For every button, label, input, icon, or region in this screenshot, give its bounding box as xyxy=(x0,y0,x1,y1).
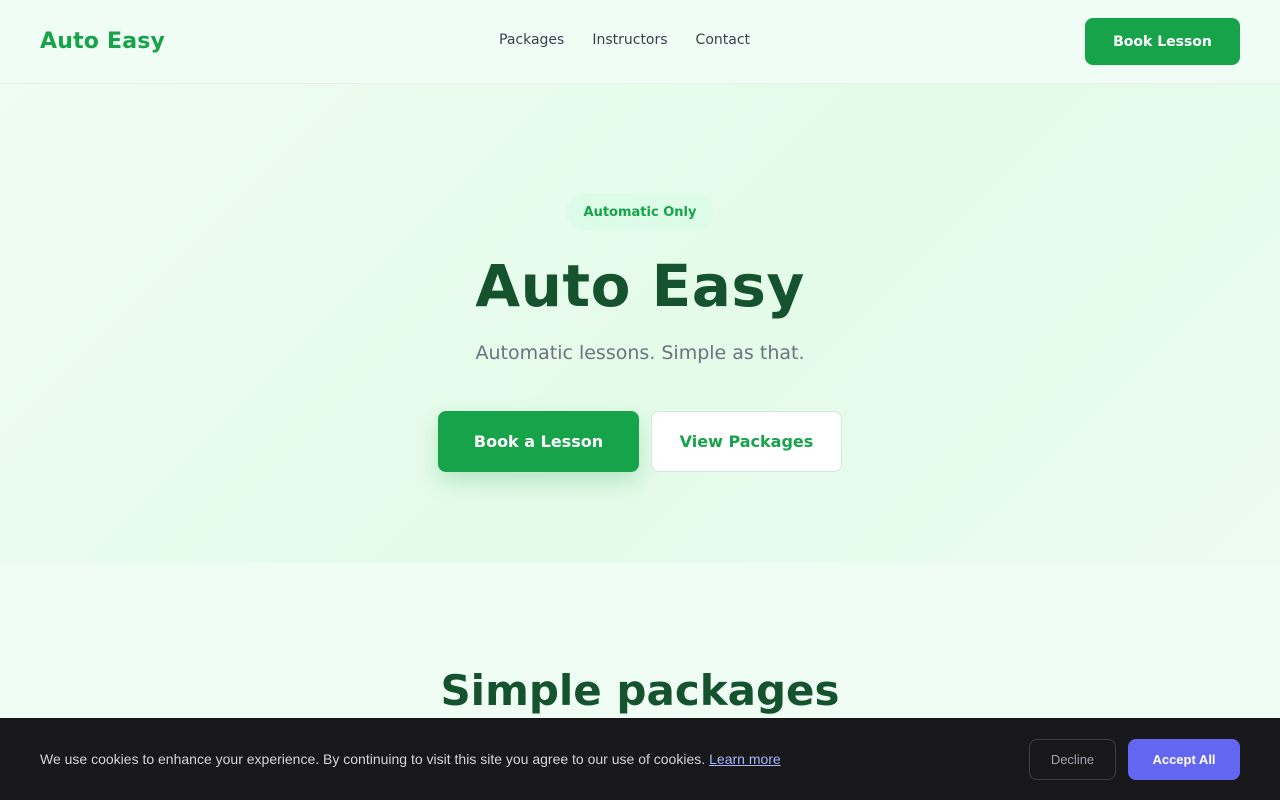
nav-link-instructors[interactable]: Instructors xyxy=(592,32,667,48)
nav-link-packages[interactable]: Packages xyxy=(499,32,564,48)
decline-cookies-button[interactable]: Decline xyxy=(1029,738,1116,780)
hero-cta-group: Book a Lesson View Packages xyxy=(438,411,842,472)
automatic-only-badge: Automatic Only xyxy=(566,194,714,230)
cookie-banner: We use cookies to enhance your experienc… xyxy=(0,718,1280,800)
cookie-actions: Decline Accept All xyxy=(1029,738,1240,780)
packages-section-title: Simple packages xyxy=(440,666,840,715)
view-packages-button[interactable]: View Packages xyxy=(651,411,842,472)
nav-link-contact[interactable]: Contact xyxy=(696,32,750,48)
hero-title: Auto Easy xyxy=(475,252,805,320)
accept-all-cookies-button[interactable]: Accept All xyxy=(1128,738,1240,780)
hero-section: Automatic Only Auto Easy Automatic lesso… xyxy=(0,84,1280,562)
book-a-lesson-button[interactable]: Book a Lesson xyxy=(438,411,639,472)
main-nav: Packages Instructors Contact xyxy=(499,32,750,48)
book-lesson-button[interactable]: Book Lesson xyxy=(1085,18,1240,65)
brand-logo[interactable]: Auto Easy xyxy=(40,29,165,54)
learn-more-link[interactable]: Learn more xyxy=(709,751,781,767)
cookie-message-text: We use cookies to enhance your experienc… xyxy=(40,751,706,767)
hero-subtitle: Automatic lessons. Simple as that. xyxy=(475,342,805,364)
site-header: Auto Easy Packages Instructors Contact B… xyxy=(0,0,1280,84)
cookie-message: We use cookies to enhance your experienc… xyxy=(40,751,781,767)
